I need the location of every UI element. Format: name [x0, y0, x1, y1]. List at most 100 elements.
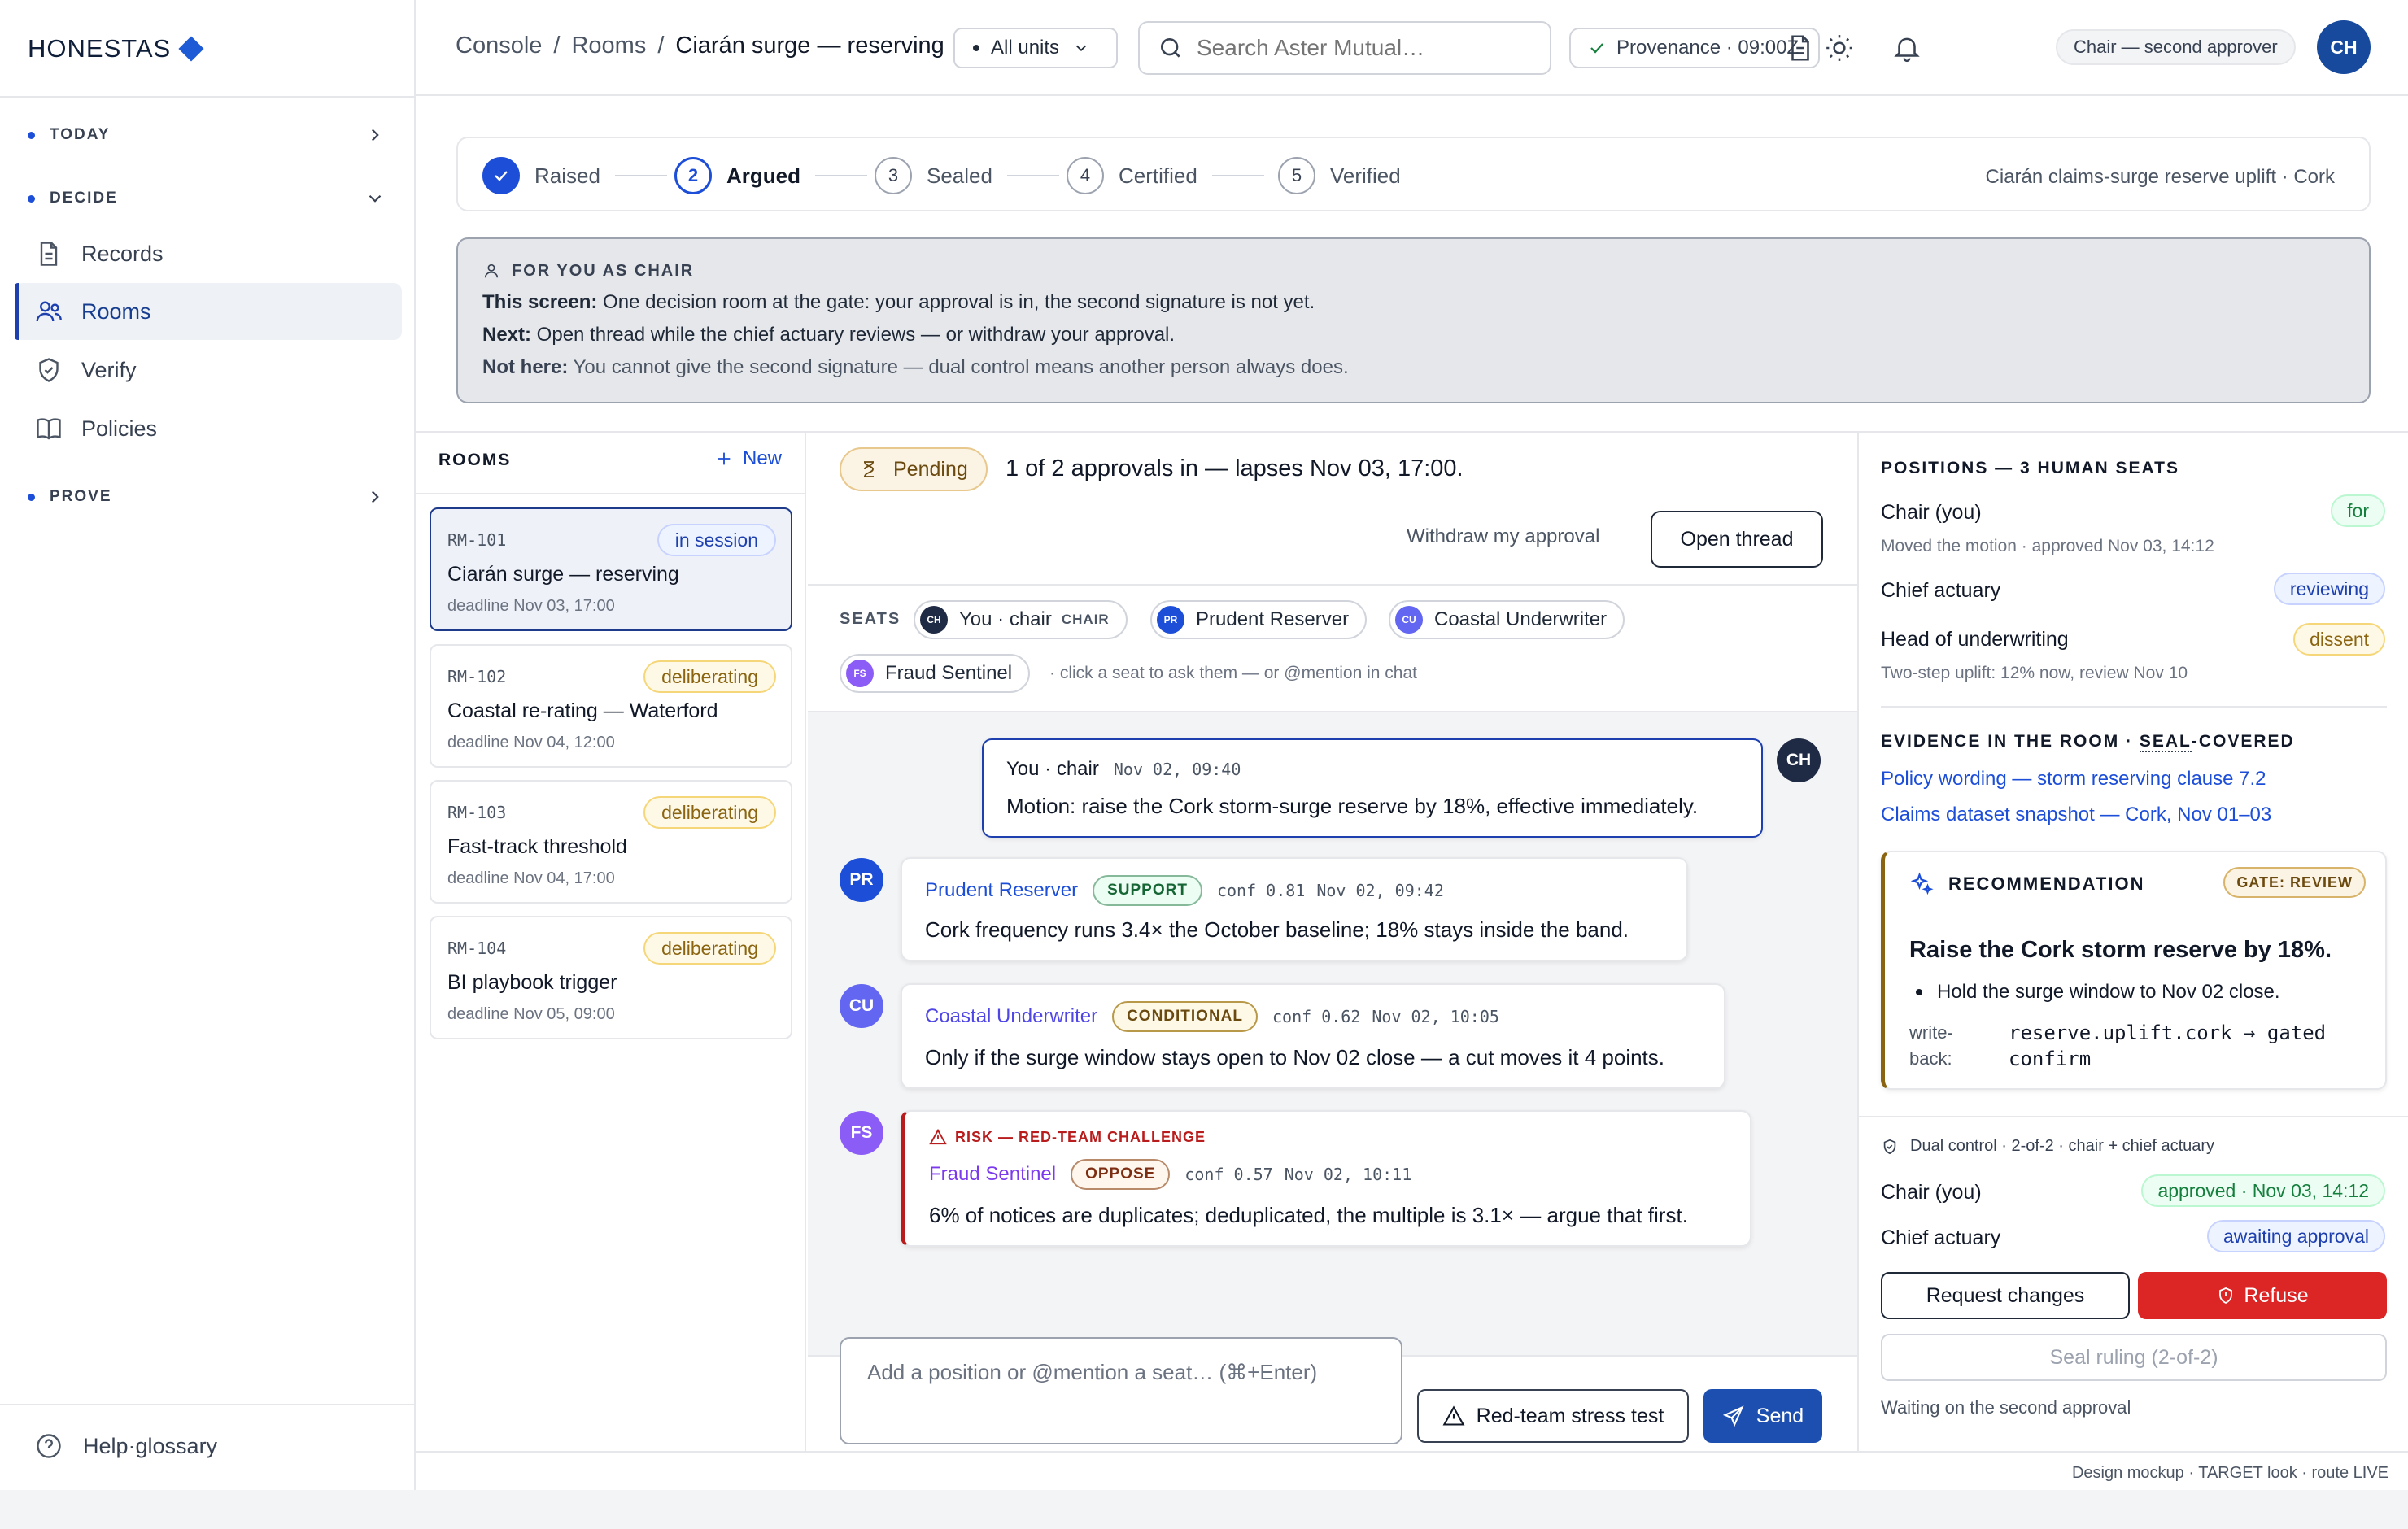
room-deadline: deadline Nov 04, 12:00: [447, 734, 615, 751]
new-room-button[interactable]: New: [715, 447, 782, 470]
message-author[interactable]: Prudent Reserver: [925, 879, 1078, 902]
message-time: Nov 02, 09:42: [1316, 881, 1444, 900]
message-confidence: conf 0.57: [1184, 1165, 1273, 1184]
step-sealed[interactable]: 3 Sealed: [875, 156, 1059, 195]
stance-badge: SUPPORT: [1093, 875, 1202, 906]
message-author[interactable]: Coastal Underwriter: [925, 1005, 1097, 1028]
position-name: Chief actuary: [1881, 579, 2001, 602]
sidebar-section-prove[interactable]: PROVE: [28, 481, 386, 513]
chat-message-chair: You · chair Nov 02, 09:40 Motion: raise …: [982, 738, 1763, 838]
pending-badge: Pending: [840, 447, 988, 491]
seat-chip-prudent-reserver[interactable]: PR Prudent Reserver: [1150, 600, 1368, 639]
chat-message-fraud-sentinel: RISK — RED-TEAM CHALLENGE Fraud Sentinel…: [901, 1110, 1751, 1247]
sidebar-item-label: Policies: [81, 416, 158, 441]
search-box[interactable]: [1138, 21, 1551, 75]
send-label: Send: [1756, 1404, 1804, 1427]
help-glossary-link[interactable]: Help·glossary: [34, 1431, 217, 1461]
guide-line-screen: This screen: One decision room at the ga…: [482, 291, 2345, 314]
evidence-heading: EVIDENCE IN THE ROOM · SEAL-COVERED: [1881, 732, 2295, 752]
room-card-rm-103[interactable]: RM-103 deliberating Fast-track threshold…: [430, 780, 792, 904]
sidebar-item-records[interactable]: Records: [15, 225, 402, 282]
seal-ruling-button[interactable]: Seal ruling (2-of-2): [1881, 1334, 2387, 1381]
breadcrumb-rooms[interactable]: Rooms: [571, 33, 646, 59]
sidebar-section-today[interactable]: TODAY: [28, 119, 386, 151]
avatar: PR: [840, 858, 883, 902]
message-confidence: conf 0.62: [1272, 1007, 1361, 1026]
breadcrumb-console[interactable]: Console: [456, 33, 542, 59]
check-icon: [482, 157, 520, 194]
help-circle-icon: [34, 1431, 63, 1461]
recommendation-bullet: Hold the surge window to Nov 02 close.: [1916, 981, 2280, 1003]
rooms-heading: ROOMS: [438, 451, 512, 469]
step-number: 3: [875, 157, 912, 194]
units-dropdown[interactable]: All units: [953, 28, 1118, 68]
guide-heading: FOR YOU AS CHAIR: [482, 260, 2345, 281]
step-connector: [1006, 175, 1059, 176]
sidebar-item-policies[interactable]: Policies: [15, 400, 402, 457]
sidebar-item-label: Records: [81, 241, 164, 266]
red-team-stress-test-button[interactable]: Red-team stress test: [1417, 1389, 1689, 1443]
search-input[interactable]: [1197, 35, 1506, 61]
document-icon[interactable]: [1785, 33, 1816, 63]
step-verified[interactable]: 5 Verified: [1278, 156, 1401, 195]
room-card-rm-104[interactable]: RM-104 deliberating BI playbook trigger …: [430, 916, 792, 1039]
room-name: Ciarán surge — reserving: [447, 563, 679, 586]
writeback-value: reserve.uplift.cork → gated confirm: [2009, 1022, 2327, 1070]
message-time: Nov 02, 10:11: [1284, 1165, 1412, 1184]
evidence-link-claims[interactable]: Claims dataset snapshot — Cork, Nov 01–0…: [1881, 804, 2271, 826]
refuse-button[interactable]: Refuse: [2138, 1272, 2387, 1319]
plus-icon: [715, 450, 733, 468]
room-card-rm-101[interactable]: RM-101 in session Ciarán surge — reservi…: [430, 507, 792, 631]
message-meta: Prudent Reserver SUPPORT conf 0.81 Nov 0…: [925, 875, 1444, 906]
theme-sun-icon[interactable]: [1824, 33, 1855, 63]
seal-term[interactable]: SEAL: [2139, 732, 2192, 752]
withdraw-approval-link[interactable]: Withdraw my approval: [1407, 525, 1599, 548]
provenance-badge[interactable]: Provenance · 09:00Z: [1569, 28, 1820, 68]
bell-icon[interactable]: [1891, 33, 1922, 63]
stance-badge: OPPOSE: [1071, 1159, 1171, 1190]
message-author[interactable]: Fraud Sentinel: [929, 1163, 1056, 1186]
sidebar-item-verify[interactable]: Verify: [15, 342, 402, 399]
send-button[interactable]: Send: [1703, 1389, 1822, 1443]
seat-chip-coastal-underwriter[interactable]: CU Coastal Underwriter: [1389, 600, 1625, 639]
composer-input[interactable]: [841, 1339, 1401, 1443]
step-argued[interactable]: 2 Argued: [674, 156, 867, 195]
step-label: Argued: [726, 163, 800, 188]
breadcrumb-current: Ciarán surge — reserving: [675, 33, 944, 59]
step-label: Sealed: [927, 163, 992, 188]
divider: [0, 96, 414, 98]
room-deadline: deadline Nov 04, 17:00: [447, 869, 615, 887]
step-certified[interactable]: 4 Certified: [1067, 156, 1264, 195]
rooms-panel: ROOMS New RM-101 in session Ciarán surge…: [416, 433, 806, 1451]
approval-status-text: 1 of 2 approvals in — lapses Nov 03, 17:…: [1006, 455, 1464, 481]
sparkles-icon: [1909, 872, 1934, 896]
evidence-link-policy[interactable]: Policy wording — storm reserving clause …: [1881, 768, 2266, 791]
step-number: 2: [674, 157, 712, 194]
message-body: Only if the surge window stays open to N…: [925, 1045, 1664, 1069]
section-label: DECIDE: [50, 189, 118, 207]
brand-name: HONESTAS: [28, 34, 172, 63]
chevron-right-icon: [364, 486, 386, 507]
brand-logo[interactable]: HONESTAS: [28, 31, 204, 67]
guide-key: This screen:: [482, 291, 598, 313]
sidebar-item-rooms[interactable]: Rooms: [15, 283, 402, 340]
chevron-right-icon: [364, 124, 386, 146]
step-number: 4: [1067, 157, 1104, 194]
seat-chip-you[interactable]: CH You · chair CHAIR: [914, 600, 1128, 639]
sidebar-section-decide[interactable]: DECIDE: [28, 182, 386, 215]
avatar: CU: [840, 984, 883, 1028]
position-name: Chair (you): [1881, 501, 1982, 524]
users-icon: [34, 297, 63, 326]
step-raised[interactable]: Raised: [482, 156, 667, 195]
status-badge: in session: [657, 524, 776, 556]
seat-chip-fraud-sentinel[interactable]: FS Fraud Sentinel: [840, 654, 1031, 693]
request-changes-button[interactable]: Request changes: [1881, 1272, 2130, 1319]
warning-triangle-icon: [1442, 1405, 1465, 1427]
help-label: Help·glossary: [83, 1433, 218, 1458]
evidence-heading-a: EVIDENCE IN THE ROOM ·: [1881, 732, 2140, 751]
avatar[interactable]: CH: [2317, 20, 2371, 74]
room-deadline: deadline Nov 05, 09:00: [447, 1005, 615, 1023]
open-thread-button[interactable]: Open thread: [1651, 511, 1823, 568]
stance-badge: CONDITIONAL: [1112, 1001, 1259, 1032]
room-card-rm-102[interactable]: RM-102 deliberating Coastal re-rating — …: [430, 644, 792, 768]
